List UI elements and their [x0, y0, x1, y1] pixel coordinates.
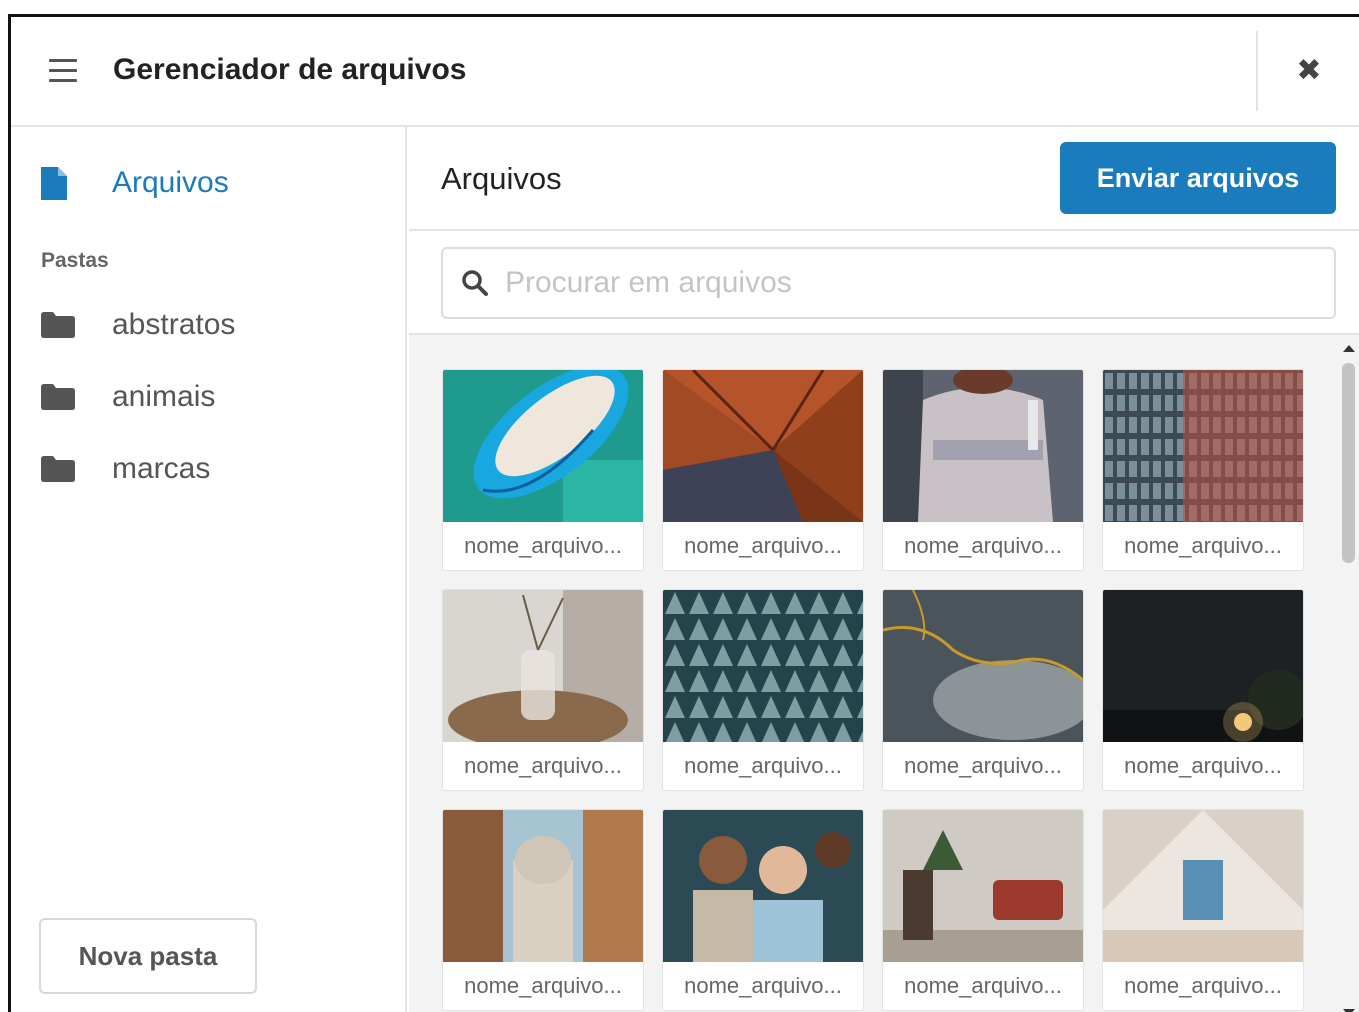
sidebar-folder-label: animais: [112, 380, 216, 413]
sidebar: Arquivos Pastas abstratos animais marcas…: [11, 127, 407, 1012]
file-icon: [41, 166, 67, 200]
sidebar-item-marcas[interactable]: marcas: [41, 447, 210, 491]
file-card[interactable]: nome_arquivo...: [882, 809, 1084, 1011]
file-thumbnail-cans: [1103, 370, 1303, 522]
search-bar: [409, 231, 1359, 335]
close-icon[interactable]: ✖: [1293, 55, 1325, 87]
file-card[interactable]: nome_arquivo...: [662, 589, 864, 791]
file-thumbnail-boat: [443, 370, 643, 522]
file-card[interactable]: nome_arquivo...: [442, 809, 644, 1011]
new-folder-button[interactable]: Nova pasta: [39, 918, 257, 994]
scroll-thumb[interactable]: [1342, 363, 1355, 563]
file-card[interactable]: nome_arquivo...: [662, 809, 864, 1011]
file-name: nome_arquivo...: [1124, 533, 1282, 558]
file-thumbnail-city-street: [443, 810, 643, 962]
file-name: nome_arquivo...: [464, 753, 622, 778]
file-name: nome_arquivo...: [464, 973, 622, 998]
file-grid: nome_arquivo... nome_arquivo... nome_arq…: [409, 335, 1359, 1012]
file-card[interactable]: nome_arquivo...: [442, 369, 644, 571]
file-card[interactable]: nome_arquivo...: [1102, 809, 1304, 1011]
file-card[interactable]: nome_arquivo...: [1102, 589, 1304, 791]
file-thumbnail-vase: [443, 590, 643, 742]
file-name: nome_arquivo...: [1124, 973, 1282, 998]
hamburger-menu-icon[interactable]: [49, 59, 79, 83]
file-name: nome_arquivo...: [904, 973, 1062, 998]
file-card[interactable]: nome_arquivo...: [882, 589, 1084, 791]
file-name: nome_arquivo...: [684, 753, 842, 778]
main-panel: Arquivos Enviar arquivos Procurar em arq…: [409, 127, 1359, 1012]
folder-icon: [41, 312, 75, 338]
sidebar-folder-label: marcas: [112, 452, 211, 485]
file-manager-window: Gerenciador de arquivos ✖ Arquivos Pasta…: [8, 14, 1359, 1012]
sidebar-item-files[interactable]: Arquivos: [41, 161, 229, 205]
file-thumbnail-friends: [663, 810, 863, 962]
file-name: nome_arquivo...: [684, 533, 842, 558]
file-name: nome_arquivo...: [464, 533, 622, 558]
file-card[interactable]: nome_arquivo...: [1102, 369, 1304, 571]
file-thumbnail-marble: [883, 590, 1083, 742]
search-input[interactable]: [505, 266, 1305, 300]
sidebar-item-files-label: Arquivos: [112, 166, 229, 199]
file-card[interactable]: nome_arquivo...: [882, 369, 1084, 571]
main-header: Arquivos Enviar arquivos: [409, 127, 1359, 231]
search-icon: [461, 269, 489, 297]
search-box[interactable]: [441, 247, 1336, 319]
header-bar: Gerenciador de arquivos ✖: [11, 17, 1359, 127]
sidebar-folder-label: abstratos: [112, 308, 236, 341]
file-thumbnail-snowy-forest: [663, 590, 863, 742]
main-title: Arquivos: [441, 161, 562, 196]
file-thumbnail-attic: [1103, 810, 1303, 962]
sidebar-item-abstratos[interactable]: abstratos: [41, 303, 235, 347]
vertical-scrollbar[interactable]: [1339, 337, 1357, 1012]
file-thumbnail-sweater-woman: [883, 370, 1083, 522]
file-name: nome_arquivo...: [1124, 753, 1282, 778]
file-thumbnail-night-sky: [1103, 590, 1303, 742]
file-card[interactable]: nome_arquivo...: [442, 589, 644, 791]
header-divider: [1256, 31, 1258, 111]
file-thumbnail-wood-tunnel: [663, 370, 863, 522]
file-name: nome_arquivo...: [684, 973, 842, 998]
sidebar-item-animais[interactable]: animais: [41, 375, 215, 419]
scroll-up-arrow-icon[interactable]: [1343, 345, 1355, 352]
folder-icon: [41, 456, 75, 482]
folder-icon: [41, 384, 75, 410]
file-name: nome_arquivo...: [904, 753, 1062, 778]
page-title: Gerenciador de arquivos: [113, 53, 467, 86]
file-name: nome_arquivo...: [904, 533, 1062, 558]
folders-heading: Pastas: [41, 249, 109, 272]
upload-files-button[interactable]: Enviar arquivos: [1060, 142, 1336, 214]
file-card[interactable]: nome_arquivo...: [662, 369, 864, 571]
file-thumbnail-living-room: [883, 810, 1083, 962]
